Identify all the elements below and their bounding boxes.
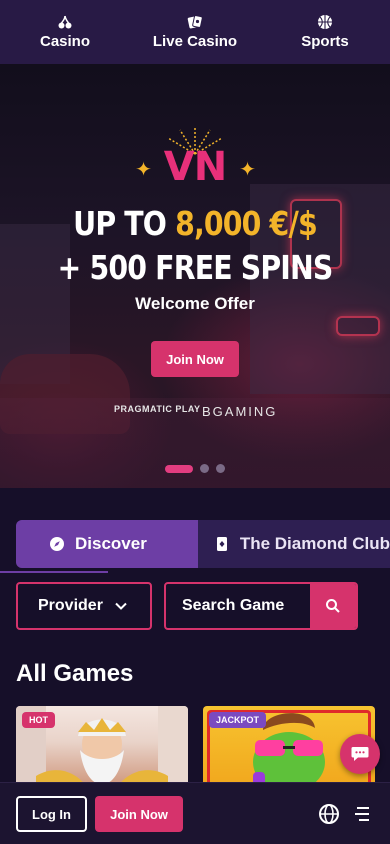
section-title: All Games — [16, 660, 134, 687]
diamond-card-icon — [216, 537, 227, 551]
menu-icon[interactable] — [354, 805, 372, 823]
category-tabs: Discover The Diamond Club — [16, 520, 390, 568]
sparkle-icon: ✦ — [135, 157, 152, 181]
top-nav: Casino Live Casino Sports — [0, 0, 390, 64]
search-input[interactable] — [166, 584, 310, 628]
hero-banner[interactable]: ✦ VN ✦ UP TO 8,000 €/$ + 500 FREE SPINS … — [0, 64, 390, 488]
vn-logo-text: VN — [163, 144, 227, 190]
nav-item-casino[interactable]: Casino — [0, 0, 130, 64]
cards-icon — [187, 15, 203, 29]
bottom-bar: Log In Join Now — [0, 782, 390, 844]
tab-discover-label: Discover — [75, 534, 147, 553]
nav-label-casino: Casino — [39, 33, 90, 50]
tab-diamond-club[interactable]: The Diamond Club — [198, 520, 390, 568]
search-box — [164, 582, 358, 630]
hero-free-spins: + 500 FREE SPINS — [57, 248, 334, 287]
search-button[interactable] — [310, 584, 356, 628]
bgaming-logo: BGAMING — [202, 404, 278, 419]
nav-item-sports[interactable]: Sports — [260, 0, 390, 64]
tab-discover[interactable]: Discover — [16, 520, 198, 568]
nav-label-live-casino: Live Casino — [152, 33, 238, 50]
provider-dropdown-label: Provider — [38, 597, 103, 614]
join-now-button[interactable]: Join Now — [95, 796, 183, 832]
tab-diamond-club-label: The Diamond Club — [239, 534, 390, 553]
hero-join-now-button[interactable]: Join Now — [151, 341, 239, 377]
jackpot-badge: JACKPOT — [209, 712, 267, 728]
chevron-down-icon — [115, 602, 127, 610]
basketball-icon — [318, 15, 332, 29]
cherries-icon — [58, 15, 72, 29]
hero-headline: UP TO 8,000 €/$ — [27, 204, 362, 243]
carousel-dot[interactable] — [200, 464, 209, 473]
hot-badge: HOT — [22, 712, 55, 728]
login-button[interactable]: Log In — [16, 796, 87, 832]
tab-active-indicator — [0, 571, 108, 573]
chat-button[interactable] — [340, 734, 380, 774]
hero-subtitle: Welcome Offer — [135, 294, 255, 313]
pragmatic-play-logo: PRAGMATIC PLAY — [114, 404, 201, 414]
vn-logo: ✦ VN ✦ — [0, 144, 390, 190]
compass-icon — [50, 537, 64, 551]
search-icon — [326, 599, 340, 613]
carousel-dot[interactable] — [216, 464, 225, 473]
provider-dropdown[interactable]: Provider — [16, 582, 152, 630]
sparkle-icon: ✦ — [239, 157, 256, 181]
chat-bubble-icon — [351, 747, 369, 761]
hero-bg-neon-sign — [336, 316, 380, 336]
carousel-dots — [165, 464, 225, 473]
hero-headline-amount: 8,000 €/$ — [175, 204, 318, 243]
hero-headline-prefix: UP TO — [73, 204, 176, 243]
carousel-dot[interactable] — [165, 464, 193, 473]
globe-icon[interactable] — [318, 803, 340, 825]
nav-label-sports: Sports — [301, 33, 349, 50]
nav-item-live-casino[interactable]: Live Casino — [130, 0, 260, 64]
